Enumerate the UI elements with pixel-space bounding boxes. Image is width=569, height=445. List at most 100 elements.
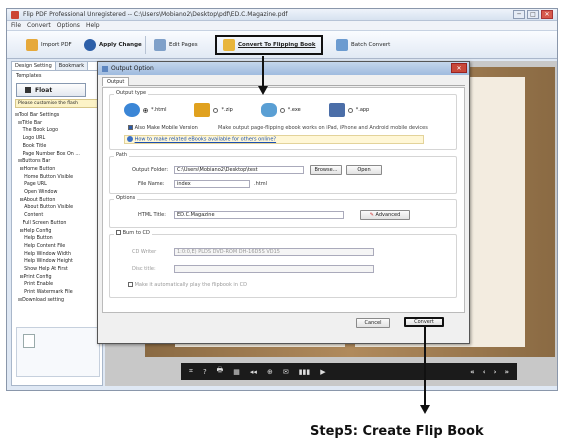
output-folder-input[interactable]: C:\Users\Mobiano2\Desktop\test [174, 166, 304, 174]
output-type-legend: Output type [114, 90, 149, 96]
import-icon [26, 39, 38, 51]
advanced-button[interactable]: ✎ Advanced [360, 210, 410, 220]
zip-radio[interactable] [213, 107, 219, 113]
close-button[interactable]: ✕ [541, 10, 553, 19]
edit-pages-button[interactable]: Edit Pages [151, 37, 201, 53]
prev-page-icon[interactable]: ‹ [483, 368, 486, 376]
menu-convert[interactable]: Convert [27, 21, 51, 30]
convert-button[interactable]: Convert [404, 317, 444, 327]
fullscreen-icon[interactable]: ⌗ [189, 367, 193, 376]
tree-item[interactable]: ⊟Print Config [15, 274, 102, 282]
tree-item[interactable]: ⊟Home Button [15, 166, 102, 174]
sound-icon[interactable]: ◂◂ [250, 368, 257, 376]
step-caption: Step5: Create Flip Book [310, 424, 484, 439]
tree-item[interactable]: Page Number Box On ... [15, 151, 102, 159]
import-pdf-button[interactable]: Import PDF [23, 37, 75, 53]
open-folder-button[interactable]: Open [346, 165, 382, 175]
options-legend: Options [114, 195, 138, 201]
settings-tree[interactable]: ⊟Tool Bar Settings ⊟Title Bar The Book L… [12, 112, 102, 305]
dialog-icon [102, 65, 108, 72]
dialog-title: Output Option [111, 65, 154, 72]
page-thumbnail[interactable] [23, 334, 35, 348]
menu-help[interactable]: Help [86, 21, 100, 30]
tab-design-setting[interactable]: Design Setting [12, 62, 56, 70]
tree-item[interactable]: ⊟Download setting [15, 297, 102, 305]
autoplay-icon[interactable]: ▶ [320, 368, 325, 376]
tree-item[interactable]: Help Content File [15, 243, 102, 251]
path-legend: Path [114, 152, 129, 158]
maximize-button[interactable]: □ [527, 10, 539, 19]
dialog-close-button[interactable]: ✕ [451, 63, 467, 73]
format-app-option[interactable]: *.app [328, 103, 369, 117]
tree-item[interactable]: ⊟Title Bar [15, 120, 102, 128]
tree-item[interactable]: Help Window Height [15, 258, 102, 266]
format-zip-option[interactable]: *.zip [194, 103, 233, 117]
format-html-option[interactable]: *.html [124, 103, 166, 117]
flipbook-icon [223, 39, 235, 51]
tree-item[interactable]: The Book Logo [15, 127, 102, 135]
flipbook-toolbar: ⌗ ? 🖶 ▦ ◂◂ ⊕ ✉ ▮▮▮ ▶ « ‹ › » [181, 363, 517, 380]
cd-writer-label: CD Writer [132, 249, 157, 255]
share-online-link[interactable]: How to make related eBooks available for… [135, 137, 276, 143]
share-icon[interactable]: ▮▮▮ [299, 368, 311, 376]
file-extension: .html [254, 181, 267, 187]
mobile-version-checkbox[interactable] [128, 125, 133, 130]
tree-item[interactable]: About Button Visible [15, 204, 102, 212]
menu-options[interactable]: Options [57, 21, 80, 30]
last-page-icon[interactable]: » [504, 368, 509, 376]
tree-item[interactable]: Page URL [15, 181, 102, 189]
email-icon[interactable]: ✉ [283, 368, 289, 376]
autoplay-cd-checkbox[interactable] [128, 282, 133, 287]
cd-writer-select[interactable]: 1:0:0,E) PLDS DVD-ROM DH-16D5S VD15 [174, 248, 374, 256]
apply-change-button[interactable]: Apply Change [81, 37, 145, 53]
menu-bar: File Convert Options Help [7, 21, 557, 31]
tree-item[interactable]: Print Enable [15, 281, 102, 289]
burn-cd-checkbox[interactable] [116, 230, 121, 235]
tree-item[interactable]: Show Help At First [15, 266, 102, 274]
first-page-icon[interactable]: « [470, 368, 475, 376]
html-format-icon [124, 103, 140, 117]
file-name-input[interactable]: index [174, 180, 250, 188]
tree-item[interactable]: Help Window Width [15, 251, 102, 259]
next-page-icon[interactable]: › [494, 368, 497, 376]
cancel-button[interactable]: Cancel [356, 318, 390, 328]
convert-to-flipping-book-button[interactable]: Convert To Flipping Book [215, 35, 324, 55]
tree-item[interactable]: Book Title [15, 143, 102, 151]
html-title-input[interactable]: ED.C.Magazine [174, 211, 344, 219]
tree-item[interactable]: Open Window [15, 189, 102, 197]
tree-item[interactable]: Print Watermark File [15, 289, 102, 297]
menu-file[interactable]: File [11, 21, 21, 30]
thumbnails-icon[interactable]: ▦ [233, 368, 240, 376]
disc-title-input[interactable] [174, 265, 374, 273]
options-group: Options HTML Title: ED.C.Magazine ✎ Adva… [109, 195, 457, 228]
browse-button[interactable]: Browse... [310, 165, 342, 175]
annotation-arrow-step-head [420, 405, 430, 414]
annotation-arrow-step-line [424, 327, 426, 405]
tree-item[interactable]: Help Button [15, 235, 102, 243]
dialog-body: Output type *.html *.zip *.exe *.app Als… [102, 87, 465, 313]
tree-item[interactable]: Full Screen Button [15, 220, 102, 228]
tree-item[interactable]: ⊟Buttons Bar [15, 158, 102, 166]
html-radio[interactable] [143, 107, 148, 113]
tree-item[interactable]: ⊟About Button [15, 197, 102, 205]
tree-item[interactable]: ⊟Tool Bar Settings [15, 112, 102, 120]
tab-bookmark[interactable]: Bookmark [55, 62, 89, 70]
tree-item[interactable]: ⊟Help Config [15, 228, 102, 236]
advanced-icon: ✎ [369, 212, 374, 218]
template-select[interactable]: Float [16, 83, 86, 97]
exe-radio[interactable] [279, 107, 285, 113]
app-radio[interactable] [347, 107, 353, 113]
file-name-label: File Name: [138, 181, 165, 187]
minimize-button[interactable]: ─ [513, 10, 525, 19]
tree-item[interactable]: Logo URL [15, 135, 102, 143]
tree-item[interactable]: Content [15, 212, 102, 220]
help-icon[interactable]: ? [203, 368, 207, 376]
page-thumbnails[interactable] [16, 327, 100, 377]
format-exe-option[interactable]: *.exe [260, 103, 301, 117]
title-bar: Flip PDF Professional Unregistered -- C:… [7, 9, 557, 21]
print-icon[interactable]: 🖶 [217, 366, 224, 377]
batch-convert-button[interactable]: Batch Convert [333, 37, 393, 53]
zoom-icon[interactable]: ⊕ [267, 368, 273, 376]
tab-output[interactable]: Output [102, 77, 130, 86]
tree-item[interactable]: Home Button Visible [15, 174, 102, 182]
